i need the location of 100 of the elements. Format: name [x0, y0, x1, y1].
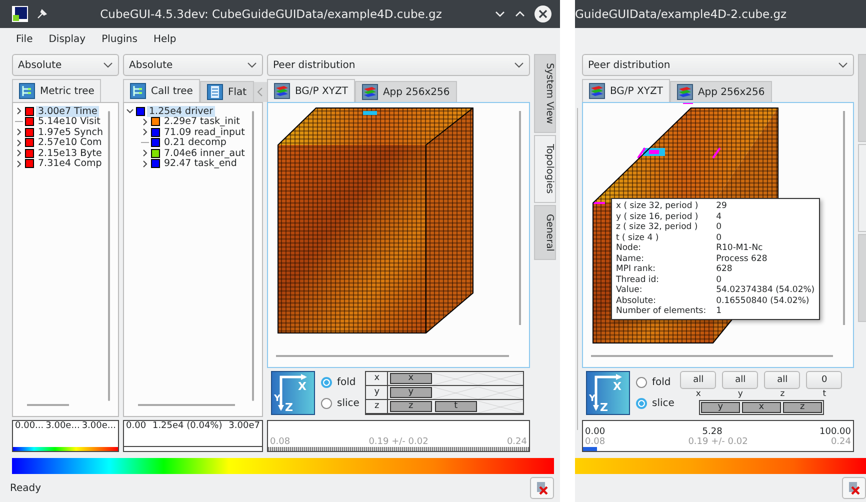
clear-button[interactable] — [530, 477, 554, 499]
radio-label: fold — [652, 377, 671, 388]
value-label: 0.00... — [15, 421, 44, 431]
tooltip-label: y ( size 16, period ) — [616, 212, 700, 222]
radio-button[interactable] — [321, 398, 332, 409]
radio-button[interactable] — [636, 377, 647, 388]
value-label: 0.19 +/- 0.02 — [368, 437, 428, 447]
list-icon — [206, 84, 223, 100]
side-tab[interactable]: System View — [534, 54, 556, 133]
tooltip-label: z ( size 32, period ) — [616, 222, 699, 232]
tree-item[interactable]: 2.29e7 task_init — [162, 116, 242, 128]
dropdown[interactable]: Absolute — [12, 54, 119, 76]
axis-label: x — [696, 389, 701, 400]
tooltip-value: 0 — [716, 222, 723, 232]
tree-item[interactable]: 0.21 decomp — [162, 137, 228, 148]
axis-label: x — [366, 372, 388, 386]
tree-item[interactable]: 71.09 read_input — [162, 126, 247, 138]
dimension-chip[interactable]: x — [742, 402, 781, 413]
axis-label: z — [366, 400, 388, 414]
cube-visualization-drawing[interactable] — [278, 108, 474, 334]
side-tab[interactable]: General — [534, 204, 556, 260]
window-title: CubeGUI-4.5.3dev: CubeGuideGUIData/example4D.cube.gz — [99, 7, 443, 21]
scrollbar[interactable] — [108, 111, 110, 401]
axis-label: y — [738, 389, 743, 400]
dimension-chip[interactable]: y — [700, 402, 740, 413]
scrollbar[interactable] — [843, 111, 845, 326]
close-icon[interactable] — [534, 5, 552, 23]
layers-icon — [362, 84, 378, 100]
tree-item[interactable]: 92.47 task_end — [162, 158, 239, 170]
tooltip-label: MPI rank: — [616, 264, 657, 274]
tree-item[interactable]: 3.00e7 Time — [36, 106, 100, 117]
tooltip-value: Process 628 — [716, 254, 768, 264]
slice-button[interactable]: 0 — [806, 371, 842, 389]
slice-button[interactable]: all — [680, 371, 716, 389]
tooltip-value: R10-M1-Nc — [716, 243, 764, 254]
tree-item[interactable]: 1.25e4 driver — [147, 106, 216, 117]
dropdown[interactable]: Peer distribution — [267, 54, 530, 76]
slice-button[interactable]: all — [722, 371, 758, 389]
menu-item[interactable]: Plugins — [96, 32, 144, 46]
tooltip-label: Node: — [616, 243, 642, 254]
chevron-right-icon[interactable] — [15, 107, 23, 116]
axes-icon[interactable]: X Y Z — [271, 371, 315, 415]
scrollbar[interactable] — [519, 111, 521, 326]
scrollbar[interactable] — [276, 355, 509, 357]
value-label: 0.08 — [585, 437, 606, 447]
layers-icon — [676, 84, 693, 100]
scrollbar[interactable] — [138, 404, 235, 406]
tree-item[interactable]: 2.15e13 Byte — [36, 148, 104, 159]
dimension-chip[interactable]: x — [390, 373, 432, 384]
window-title: GuideGUIData/example4D-2.cube.gz — [575, 7, 787, 21]
radio-button[interactable] — [321, 377, 332, 388]
app-icon — [12, 6, 28, 22]
tooltip-value: 628 — [716, 264, 734, 274]
tree-item[interactable]: 5.14e10 Visit — [36, 116, 102, 128]
menu-item[interactable]: Display — [42, 32, 92, 46]
dimension-chip[interactable]: t — [434, 401, 477, 412]
value-label: 5.28 — [702, 427, 722, 437]
close-icon — [847, 481, 861, 495]
side-tab[interactable]: Topologies — [534, 135, 556, 203]
tab[interactable]: BG/P XYZT — [267, 79, 355, 102]
tab[interactable]: Flat — [200, 81, 254, 102]
tab[interactable]: Metric tree — [12, 79, 102, 102]
slice-button[interactable]: all — [764, 371, 800, 389]
pin-icon[interactable] — [36, 8, 48, 20]
tree-item[interactable]: 7.31e4 Comp — [36, 158, 104, 170]
status-text: Ready — [10, 482, 42, 494]
scrollbar[interactable] — [27, 404, 69, 406]
tree-item[interactable]: 7.04e6 inner_aut — [162, 148, 247, 159]
tooltip-label: Value: — [616, 285, 644, 296]
tree-item[interactable]: 2.57e10 Com — [36, 137, 104, 148]
chevron-down-icon — [514, 62, 524, 68]
axes-icon[interactable]: X Y Z — [586, 371, 630, 415]
chevron-down-icon[interactable] — [126, 107, 134, 116]
tab[interactable]: App 256x256 — [670, 81, 772, 102]
radio-button[interactable] — [636, 398, 647, 409]
value-label: 0.19 +/- 0.02 — [688, 437, 748, 447]
axis-label: z — [780, 389, 785, 400]
tab[interactable]: Call tree — [123, 79, 200, 102]
clear-button[interactable] — [842, 477, 866, 499]
scrollbar[interactable] — [252, 111, 254, 401]
tooltip-value: 0.16550840 (54.02%) — [716, 296, 810, 306]
tab[interactable]: BG/P XYZT — [582, 79, 670, 102]
dropdown[interactable]: Absolute — [123, 54, 263, 76]
value-label: 0.00 — [585, 427, 606, 437]
axis-label: t — [822, 389, 826, 400]
dimension-chip[interactable]: z — [782, 402, 822, 413]
tab[interactable]: App 256x256 — [354, 81, 457, 102]
dimension-chip[interactable]: z — [390, 401, 432, 412]
value-label: 0.24 — [506, 437, 527, 447]
dropdown[interactable]: Peer distribution — [582, 54, 854, 76]
layers-icon — [589, 83, 605, 99]
value-label: 0.24 — [830, 437, 851, 447]
menu-item[interactable]: Help — [147, 32, 182, 46]
dimension-chip[interactable]: y — [390, 387, 432, 398]
scrollbar[interactable] — [591, 355, 833, 357]
menu-item[interactable]: File — [10, 32, 39, 46]
tree-item[interactable]: 1.97e5 Synch — [36, 126, 105, 138]
radio-label: slice — [337, 398, 360, 409]
empty-slot-icon — [478, 372, 524, 384]
tooltip-label: Absolute: — [616, 296, 658, 306]
